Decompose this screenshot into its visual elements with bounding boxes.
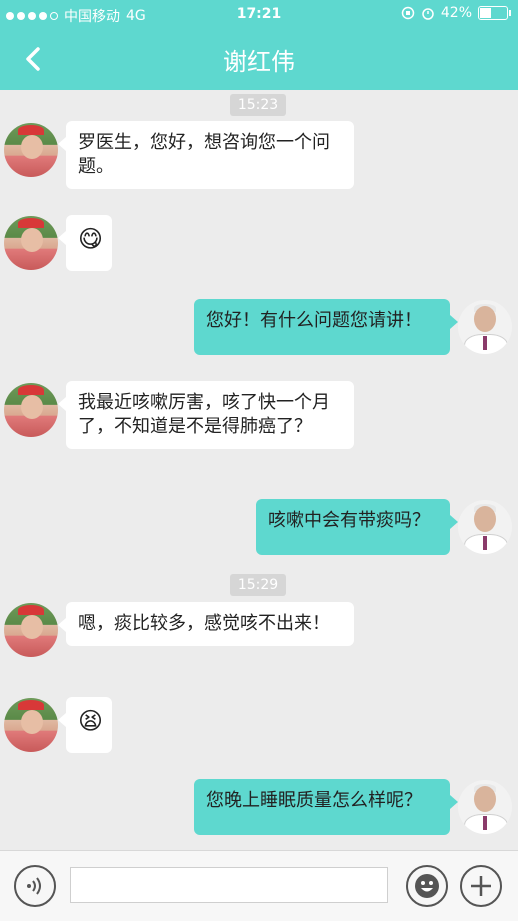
incoming-emoji[interactable]: 😫: [58, 697, 112, 753]
incoming-message[interactable]: 我最近咳嗽厉害，咳了快一个月了，不知道是不是得肺癌了？: [58, 381, 354, 449]
chat-area[interactable]: 15:23 罗医生，您好，想咨询您一个问题。 😋 您好！有什么问题您请讲！ 我最…: [0, 90, 518, 850]
patient-avatar[interactable]: [4, 383, 58, 437]
outgoing-message[interactable]: 咳嗽中会有带痰吗？: [256, 499, 458, 555]
patient-avatar[interactable]: [4, 216, 58, 270]
input-bar: [0, 850, 518, 921]
doctor-avatar[interactable]: [458, 300, 512, 354]
incoming-message[interactable]: 罗医生，您好，想咨询您一个问题。: [58, 121, 354, 189]
doctor-avatar[interactable]: [458, 780, 512, 834]
status-bar: 中国移动 4G 17:21 42%: [0, 0, 518, 28]
patient-avatar[interactable]: [4, 123, 58, 177]
alarm-icon: [422, 8, 434, 20]
plus-icon[interactable]: [460, 865, 502, 907]
emoji-icon[interactable]: [406, 865, 448, 907]
timestamp: 15:29: [230, 574, 286, 596]
message-input[interactable]: [70, 867, 388, 903]
outgoing-message[interactable]: 您晚上睡眠质量怎么样呢？: [194, 779, 458, 835]
top-bar: 中国移动 4G 17:21 42% 谢红伟: [0, 0, 518, 90]
rotation-lock-icon: [401, 6, 415, 20]
patient-avatar[interactable]: [4, 603, 58, 657]
outgoing-message[interactable]: 您好！有什么问题您请讲！: [194, 299, 458, 355]
timestamp: 15:23: [230, 94, 286, 116]
page-title: 谢红伟: [223, 48, 295, 76]
incoming-emoji[interactable]: 😋: [58, 215, 112, 271]
battery-icon: [478, 6, 511, 20]
voice-icon[interactable]: [14, 865, 56, 907]
incoming-message[interactable]: 嗯，痰比较多，感觉咳不出来！: [58, 602, 354, 646]
nav-bar: 谢红伟: [0, 28, 518, 90]
battery-percent: 42%: [440, 5, 472, 21]
doctor-avatar[interactable]: [458, 500, 512, 554]
patient-avatar[interactable]: [4, 698, 58, 752]
